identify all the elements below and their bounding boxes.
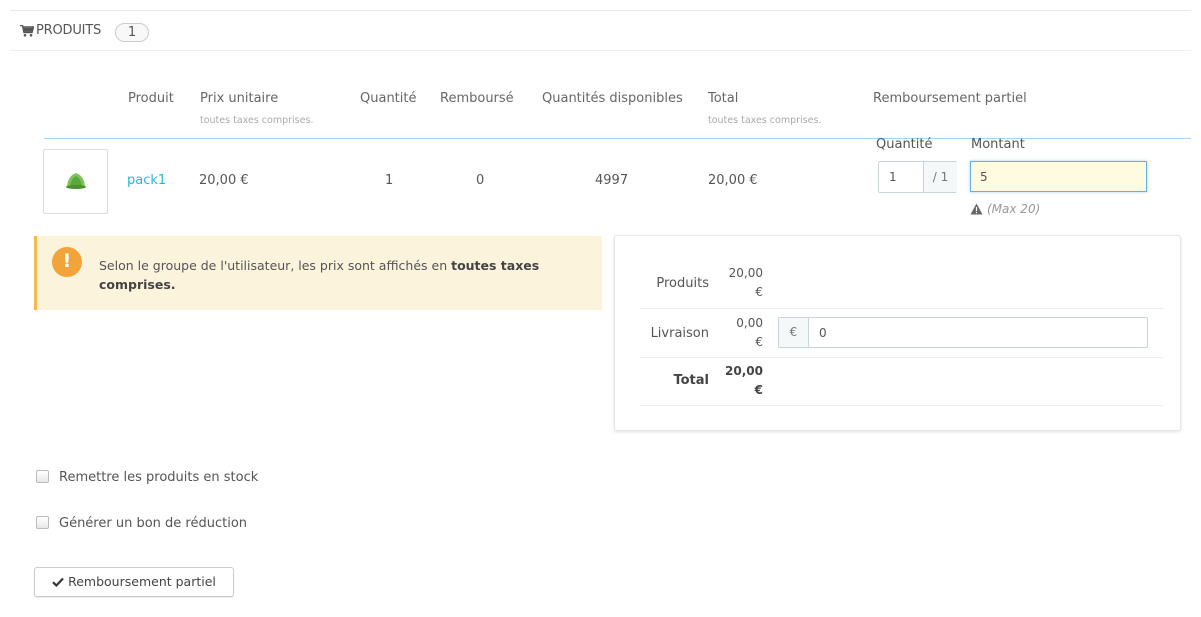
warning-icon (970, 203, 983, 215)
refund-quantity-input[interactable] (879, 162, 923, 192)
totals-products-amount: 20,00 (728, 266, 763, 280)
alert-text: Selon le groupe de l'utilisateur, les pr… (99, 258, 452, 273)
product-refunded: 0 (476, 173, 485, 188)
refund-quantity-group: / 1 (878, 161, 957, 193)
shopping-cart-icon (20, 25, 34, 37)
refund-amount-input[interactable] (970, 161, 1147, 192)
tax-info-alert: ! Selon le groupe de l'utilisateur, les … (34, 236, 602, 310)
product-thumbnail[interactable] (43, 149, 108, 214)
col-header-partial-refund: Remboursement partiel (873, 91, 1027, 106)
col-header-product: Produit (128, 91, 174, 106)
product-unit-price: 20,00 € (199, 173, 249, 188)
alert-message: Selon le groupe de l'utilisateur, les pr… (99, 256, 579, 294)
exclamation-icon: ! (52, 247, 82, 277)
panel-title: Produits (36, 23, 102, 38)
col-header-total: Total (708, 91, 739, 106)
totals-shipping-currency: € (755, 335, 763, 349)
refund-max-text: (Max 20) (987, 202, 1041, 216)
totals-products-currency: € (755, 285, 763, 299)
totals-products-label: Produits (656, 276, 709, 291)
restock-label: Remettre les produits en stock (59, 470, 259, 485)
restock-checkbox[interactable] (36, 470, 49, 483)
shipping-input-group: € (778, 317, 1148, 348)
totals-panel: Produits 20,00 € Livraison 0,00 € € Tota… (614, 235, 1181, 431)
totals-shipping-label: Livraison (650, 326, 709, 341)
shipping-refund-input[interactable] (810, 318, 1147, 347)
col-header-total-sub: toutes taxes comprises. (708, 115, 822, 126)
product-count-badge: 1 (115, 23, 149, 42)
partial-refund-button-label: Remboursement partiel (68, 574, 216, 589)
col-header-unit-price: Prix unitaire (200, 91, 279, 106)
voucher-label: Générer un bon de réduction (59, 516, 248, 531)
partial-refund-button[interactable]: Remboursement partiel (34, 567, 234, 597)
shipping-currency-addon: € (779, 318, 809, 347)
col-header-refunded: Remboursé (440, 91, 514, 106)
refund-max-note: (Max 20) (970, 202, 1040, 216)
totals-total-amount: 20,00 (725, 364, 763, 378)
refund-quantity-max: / 1 (923, 162, 957, 192)
totals-divider (640, 357, 1163, 358)
panel-heading: Produits 1 (10, 11, 1191, 51)
restock-checkbox-row[interactable]: Remettre les produits en stock (36, 470, 258, 485)
col-header-unit-price-sub: toutes taxes comprises. (200, 115, 314, 126)
totals-total-label: Total (673, 373, 709, 388)
totals-divider (640, 308, 1163, 309)
totals-total-currency: € (754, 383, 763, 397)
product-image-icon (66, 173, 86, 189)
voucher-checkbox-row[interactable]: Générer un bon de réduction (36, 516, 247, 531)
product-quantity: 1 (385, 173, 394, 188)
voucher-checkbox[interactable] (36, 516, 49, 529)
col-header-quantity: Quantité (360, 91, 417, 106)
product-total: 20,00 € (708, 173, 758, 188)
product-link[interactable]: pack1 (127, 173, 166, 188)
col-header-available: Quantités disponibles (542, 91, 683, 106)
refund-amount-label: Montant (971, 137, 1025, 152)
checkmark-icon (52, 577, 64, 588)
refund-quantity-label: Quantité (876, 137, 933, 152)
product-available: 4997 (595, 173, 629, 188)
totals-divider (640, 405, 1163, 406)
totals-shipping-amount: 0,00 (736, 316, 763, 330)
